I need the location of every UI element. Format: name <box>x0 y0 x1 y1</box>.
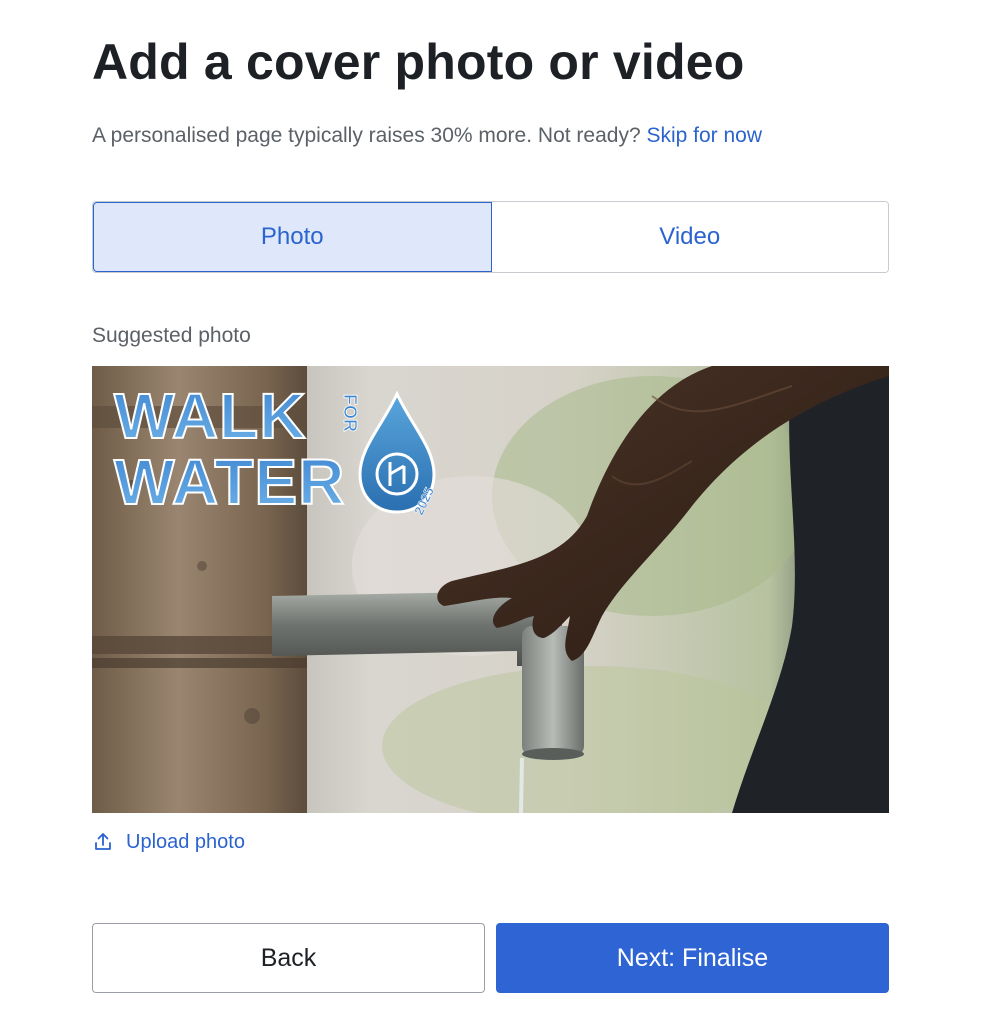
suggested-photo-label: Suggested photo <box>92 324 251 347</box>
photo-tab[interactable]: Photo <box>93 202 492 272</box>
next-finalise-button[interactable]: Next: Finalise <box>496 923 889 993</box>
video-tab[interactable]: Video <box>491 202 888 272</box>
logo-text-water: WATER <box>114 446 345 518</box>
subtitle-text: A personalised page typically raises 30%… <box>92 124 641 147</box>
page-subtitle: A personalised page typically raises 30%… <box>92 122 762 150</box>
upload-icon <box>95 833 111 850</box>
page-title: Add a cover photo or video <box>92 34 745 90</box>
media-type-toggle: Photo Video <box>92 201 889 273</box>
upload-photo-link[interactable]: Upload photo <box>92 828 245 856</box>
upload-photo-label: Upload photo <box>126 830 245 853</box>
skip-for-now-link[interactable]: Skip for now <box>646 124 762 147</box>
logo-text-walk: WALK <box>114 380 306 452</box>
suggested-cover-photo[interactable]: WALK WATER FOR 2025 <box>92 366 889 813</box>
cover-photo-illustration: WALK WATER FOR 2025 <box>92 366 889 813</box>
back-button[interactable]: Back <box>92 923 485 993</box>
logo-text-for: FOR <box>340 394 360 432</box>
